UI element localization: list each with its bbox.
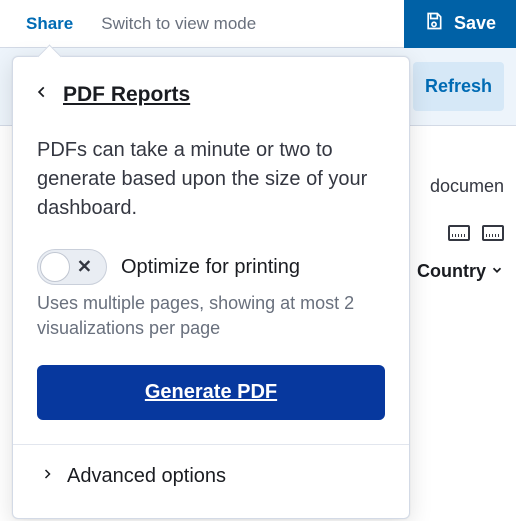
country-dropdown[interactable]: Country <box>417 261 504 282</box>
generate-pdf-button[interactable]: Generate PDF <box>37 365 385 420</box>
popover-title: PDF Reports <box>63 83 190 107</box>
advanced-options-toggle[interactable]: Advanced options <box>37 445 385 494</box>
popover-body: PDFs can take a minute or two to generat… <box>13 126 409 518</box>
popover-description: PDFs can take a minute or two to generat… <box>37 136 385 223</box>
save-button[interactable]: Save <box>404 0 516 48</box>
optimize-toggle-label: Optimize for printing <box>121 256 300 279</box>
share-button[interactable]: Share <box>12 0 87 48</box>
save-label: Save <box>454 13 496 34</box>
keyboard-icon[interactable] <box>448 225 470 241</box>
chevron-down-icon <box>490 261 504 282</box>
popover-header: PDF Reports <box>13 57 409 126</box>
chevron-right-icon <box>41 465 53 488</box>
share-popover: PDF Reports PDFs can take a minute or tw… <box>12 56 410 519</box>
advanced-options-label: Advanced options <box>67 465 226 488</box>
switch-view-mode-button[interactable]: Switch to view mode <box>87 0 270 48</box>
country-label: Country <box>417 261 486 282</box>
optimize-for-printing-toggle[interactable]: ✕ <box>37 249 107 285</box>
back-icon[interactable] <box>35 81 49 108</box>
optimize-toggle-help: Uses multiple pages, showing at most 2 v… <box>37 291 385 341</box>
refresh-button[interactable]: Refresh <box>413 62 504 111</box>
toggle-off-icon: ✕ <box>77 257 92 278</box>
optimize-toggle-row: ✕ Optimize for printing <box>37 249 385 285</box>
toggle-thumb <box>40 252 70 282</box>
top-toolbar: Share Switch to view mode Save <box>0 0 516 48</box>
save-icon <box>424 11 444 36</box>
keyboard-icon-2[interactable] <box>482 225 504 241</box>
